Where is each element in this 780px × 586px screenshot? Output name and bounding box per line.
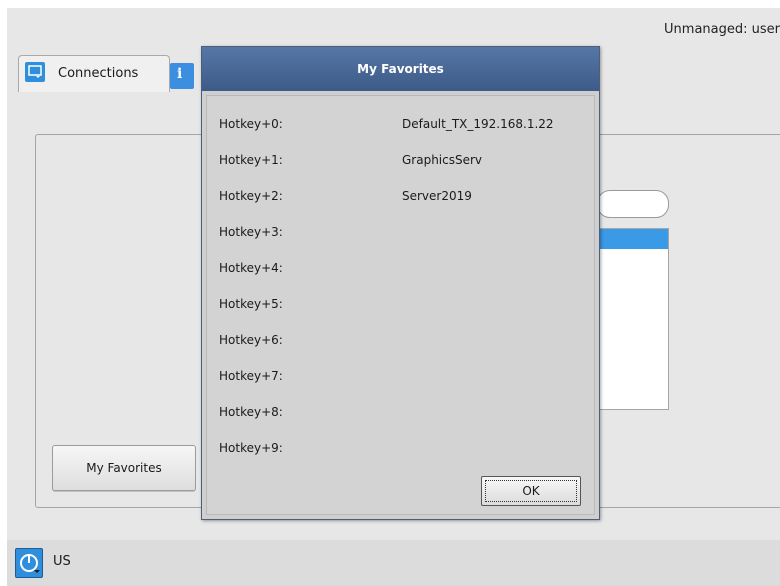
hotkey-label: Hotkey+3:: [219, 225, 283, 239]
hotkey-value: Server2019: [402, 189, 472, 203]
search-input[interactable]: [597, 190, 669, 218]
hotkey-label: Hotkey+0:: [219, 117, 283, 131]
hotkey-label: Hotkey+5:: [219, 297, 283, 311]
keyboard-locale[interactable]: US: [53, 554, 71, 569]
power-icon: [20, 554, 40, 573]
hotkey-row: Hotkey+9:: [207, 441, 594, 461]
hotkey-row: Hotkey+0: Default_TX_192.168.1.22: [207, 117, 594, 137]
hotkey-value: GraphicsServ: [402, 153, 483, 167]
hotkey-row: Hotkey+2: Server2019: [207, 189, 594, 209]
dialog-title: My Favorites: [202, 47, 599, 91]
bottom-bar: US: [7, 540, 780, 586]
hotkey-value: Default_TX_192.168.1.22: [402, 117, 554, 131]
connections-icon: [25, 62, 45, 82]
hotkey-label: Hotkey+4:: [219, 261, 283, 275]
hotkey-label: Hotkey+9:: [219, 441, 283, 455]
app-window: Unmanaged: user Connections i My Favorit…: [7, 8, 780, 586]
hotkey-row: Hotkey+1: GraphicsServ: [207, 153, 594, 173]
tab-connections-label: Connections: [58, 66, 139, 81]
hotkey-row: Hotkey+4:: [207, 261, 594, 281]
hotkey-row: Hotkey+6:: [207, 333, 594, 353]
power-button[interactable]: [15, 548, 43, 578]
managed-status-text: Unmanaged: user: [664, 22, 780, 37]
hotkey-row: Hotkey+3:: [207, 225, 594, 245]
my-favorites-button[interactable]: My Favorites: [52, 445, 196, 491]
my-favorites-button-label: My Favorites: [86, 461, 162, 475]
selected-list-item[interactable]: [598, 229, 668, 249]
hotkey-row: Hotkey+5:: [207, 297, 594, 317]
my-favorites-dialog: My Favorites Hotkey+0: Default_TX_192.16…: [201, 46, 600, 520]
hotkey-label: Hotkey+6:: [219, 333, 283, 347]
hotkey-label: Hotkey+1:: [219, 153, 283, 167]
hotkey-label: Hotkey+7:: [219, 369, 283, 383]
hotkey-row: Hotkey+8:: [207, 405, 594, 425]
hotkey-row: Hotkey+7:: [207, 369, 594, 389]
info-icon: i: [177, 66, 183, 82]
connections-list[interactable]: [597, 228, 669, 410]
tab-connections[interactable]: Connections: [18, 55, 170, 92]
ok-button-label: OK: [485, 480, 577, 502]
tab-info[interactable]: i: [170, 63, 194, 89]
ok-button[interactable]: OK: [481, 476, 581, 506]
hotkey-label: Hotkey+8:: [219, 405, 283, 419]
dialog-body: Hotkey+0: Default_TX_192.168.1.22 Hotkey…: [206, 95, 595, 515]
hotkey-label: Hotkey+2:: [219, 189, 283, 203]
